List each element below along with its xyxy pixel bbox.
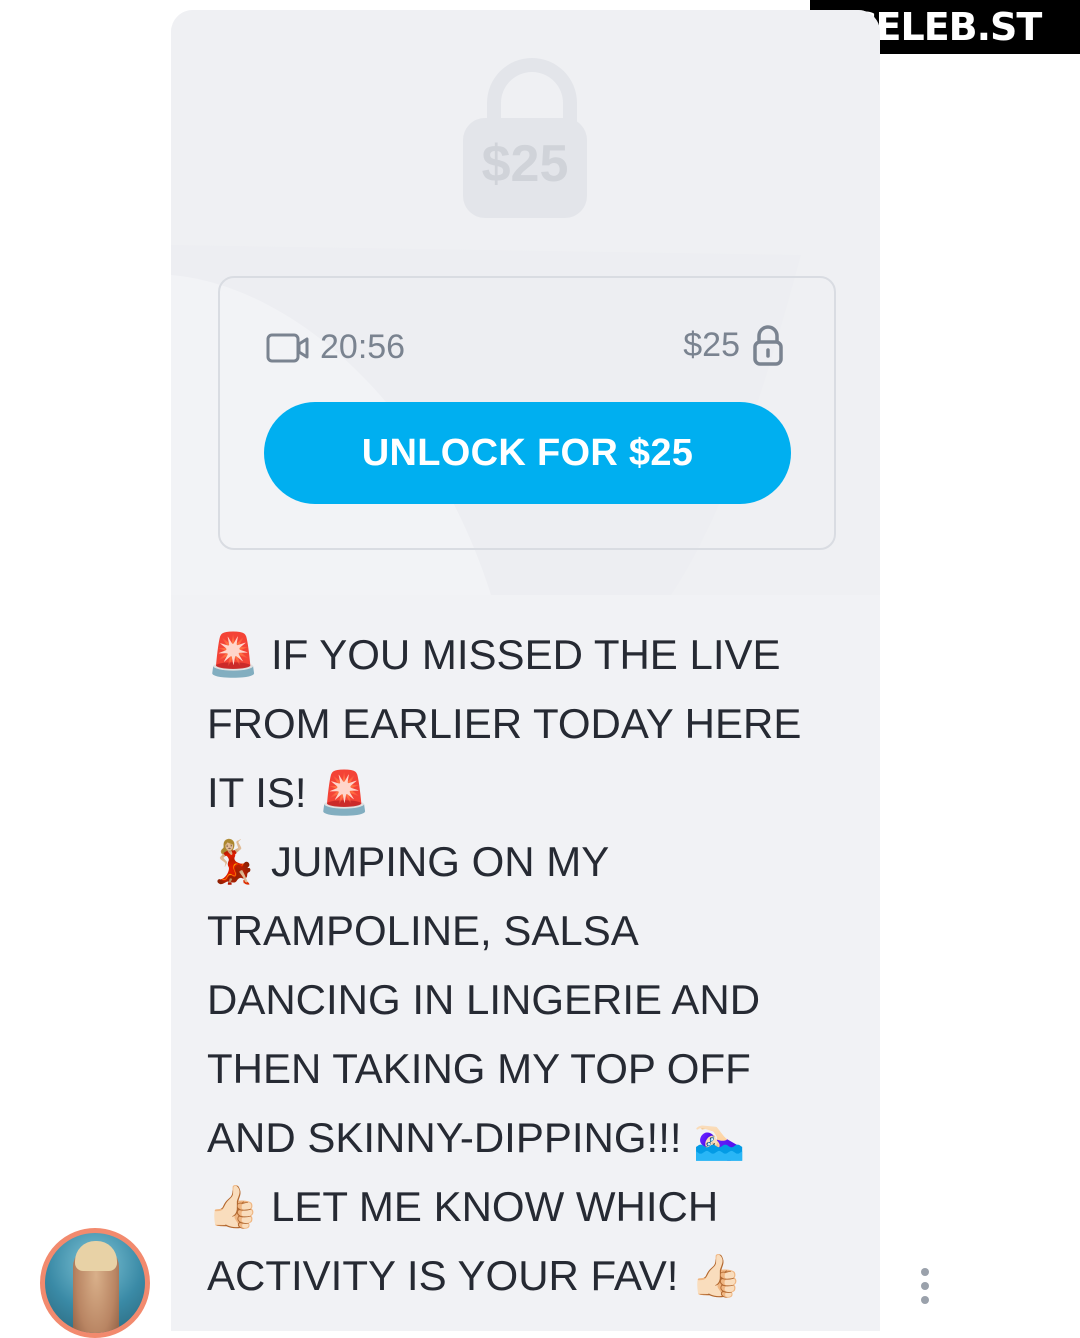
caption-line: FROM EARLIER TODAY HERE	[207, 700, 802, 747]
caption-line: ACTIVITY IS YOUR FAV! 👍🏻	[207, 1252, 743, 1299]
locked-media-preview[interactable]: $25 20:56 $25 UNLOCK FOR $25	[171, 10, 880, 595]
ppv-info-box: 20:56 $25 UNLOCK FOR $25	[218, 276, 836, 550]
caption-line: TRAMPOLINE, SALSA	[207, 907, 639, 954]
media-duration: 20:56	[266, 328, 405, 367]
caption-line: THEN TAKING MY TOP OFF	[207, 1045, 751, 1092]
preview-price: $25	[481, 135, 569, 193]
price-tag: $25	[683, 324, 784, 366]
caption-line: 💃🏼 JUMPING ON MY	[207, 838, 610, 885]
video-icon	[266, 333, 309, 362]
unlock-button[interactable]: UNLOCK FOR $25	[264, 402, 791, 504]
message-caption: 🚨 IF YOU MISSED THE LIVE FROM EARLIER TO…	[207, 620, 847, 1310]
caption-line: IT IS! 🚨	[207, 769, 371, 816]
message-card: $25 20:56 $25 UNLOCK FOR $25 �	[171, 10, 880, 1331]
caption-line: 👍🏻 LET ME KNOW WHICH	[207, 1183, 719, 1230]
more-vertical-icon[interactable]	[918, 1268, 932, 1304]
duration-text: 20:56	[320, 328, 406, 366]
big-lock-icon: $25	[463, 58, 587, 218]
caption-line: AND SKINNY-DIPPING!!! 🏊🏻‍♀️	[207, 1114, 746, 1161]
sender-avatar[interactable]	[40, 1228, 150, 1338]
caption-line: DANCING IN LINGERIE AND	[207, 976, 761, 1023]
price-text: $25	[683, 325, 740, 364]
lock-icon	[753, 325, 783, 366]
caption-line: 🚨 IF YOU MISSED THE LIVE	[207, 631, 781, 678]
